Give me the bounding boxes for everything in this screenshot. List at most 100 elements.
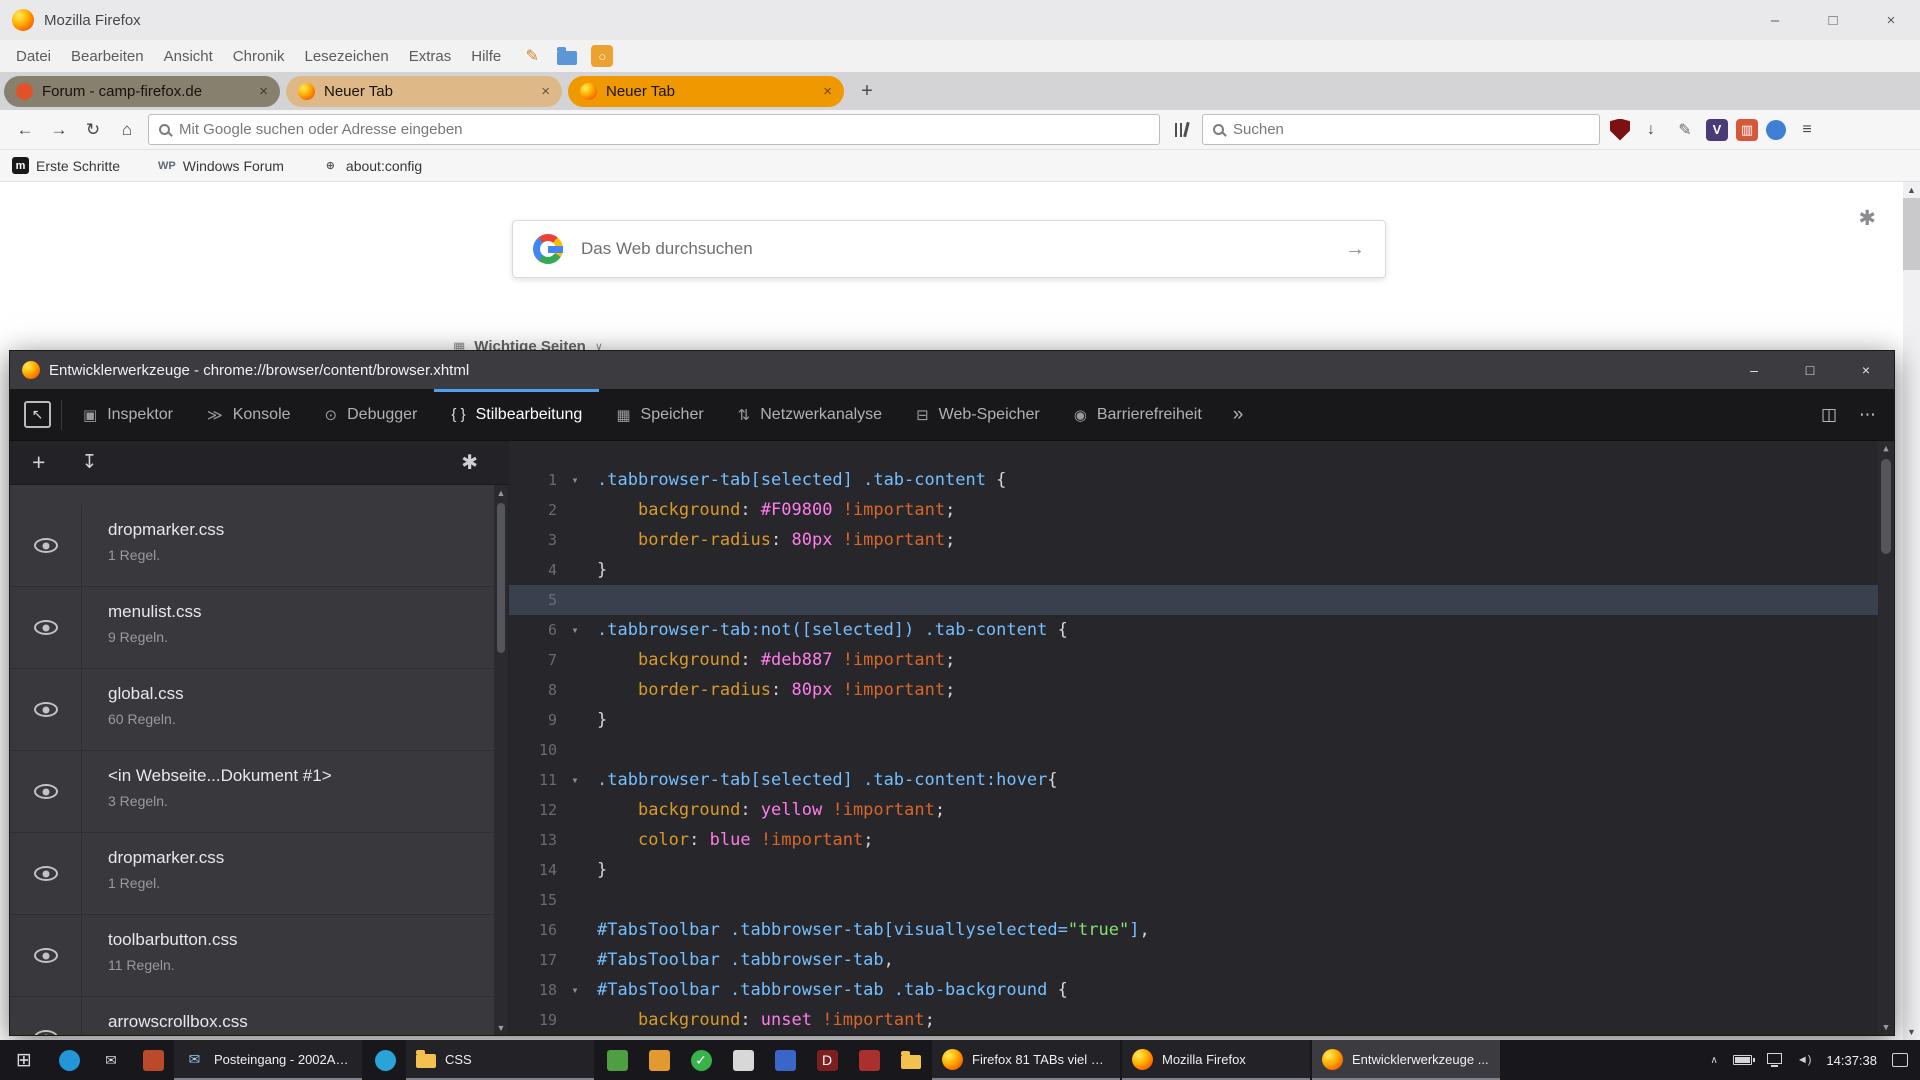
code-line[interactable]: 8 border-radius: 80px !important; (509, 675, 1894, 705)
taskbar-item[interactable]: D (806, 1040, 848, 1080)
menubar-extra-icon[interactable] (557, 51, 577, 65)
code-line[interactable]: 15 (509, 885, 1894, 915)
url-bar[interactable]: Mit Google suchen oder Adresse eingeben (148, 114, 1160, 145)
code-line[interactable]: 16#TabsToolbar .tabbrowser-tab[visuallys… (509, 915, 1894, 945)
code-line[interactable]: 6▾.tabbrowser-tab:not([selected]) .tab-c… (509, 615, 1894, 645)
scroll-down-icon[interactable]: ▼ (497, 1020, 506, 1035)
code-line[interactable]: 11▾.tabbrowser-tab[selected] .tab-conten… (509, 765, 1894, 795)
code-line[interactable]: 13 color: blue !important; (509, 825, 1894, 855)
taskbar-item[interactable] (722, 1040, 764, 1080)
taskbar-item[interactable] (848, 1040, 890, 1080)
minimize-button[interactable]: – (1746, 0, 1804, 40)
menu-item[interactable]: Hilfe (461, 48, 511, 65)
toolbar-extension-icon[interactable]: ▥ (1736, 119, 1758, 141)
start-button[interactable]: ⊞ (0, 1040, 48, 1080)
devtools-tab[interactable]: ≫ Konsole (190, 389, 308, 440)
scroll-down-icon[interactable]: ▼ (1907, 1024, 1916, 1040)
taskbar-item[interactable] (132, 1040, 174, 1080)
network-icon[interactable] (1767, 1053, 1782, 1064)
code-line[interactable]: 3 border-radius: 80px !important; (509, 525, 1894, 555)
code-line[interactable]: 4} (509, 555, 1894, 585)
toolbar-extension-icon[interactable]: V (1706, 119, 1728, 141)
taskbar-item[interactable] (596, 1040, 638, 1080)
meatball-menu-icon[interactable]: ⋯ (1859, 405, 1876, 425)
visibility-toggle[interactable] (10, 833, 82, 914)
page-scrollbar[interactable]: ▲ ▼ (1903, 182, 1920, 1040)
menu-item[interactable]: Chronik (223, 48, 295, 65)
new-tab-button[interactable]: + (850, 76, 884, 107)
toolbar-extension-icon[interactable] (1610, 119, 1630, 141)
browser-tab[interactable]: Neuer Tab × (286, 76, 562, 107)
devtools-tab[interactable]: ◉ Barrierefreiheit (1057, 389, 1219, 440)
taskbar-item[interactable]: ✉ (90, 1040, 132, 1080)
more-tabs-chevron-icon[interactable]: » (1219, 404, 1258, 426)
visibility-toggle[interactable] (10, 505, 82, 586)
stylesheet-item[interactable]: <in Webseite...Dokument #1> 3 Regeln. (10, 751, 508, 833)
taskbar-item[interactable] (48, 1040, 90, 1080)
menu-item[interactable]: Datei (6, 48, 61, 65)
scroll-up-icon[interactable]: ▲ (497, 485, 506, 500)
dock-to-side-icon[interactable]: ◫ (1821, 405, 1837, 425)
devtools-titlebar[interactable]: Entwicklerwerkzeuge - chrome://browser/c… (10, 351, 1894, 389)
devtools-tab[interactable]: ▦ Speicher (599, 389, 720, 440)
code-line[interactable]: 18▾#TabsToolbar .tabbrowser-tab .tab-bac… (509, 975, 1894, 1005)
search-bar[interactable]: Suchen (1202, 114, 1600, 145)
toolbar-extension-icon[interactable]: ↓ (1638, 117, 1664, 143)
sidebar-scrollbar[interactable]: ▲ ▼ (494, 485, 508, 1035)
menu-item[interactable]: Extras (399, 48, 462, 65)
code-line[interactable]: 2 background: #F09800 !important; (509, 495, 1894, 525)
library-button[interactable] (1164, 113, 1198, 147)
taskbar-item[interactable]: Firefox 81 TABs viel zu... (932, 1040, 1120, 1080)
scroll-down-icon[interactable]: ▼ (1883, 1020, 1888, 1035)
taskbar-item[interactable] (638, 1040, 680, 1080)
visibility-toggle[interactable] (10, 587, 82, 668)
maximize-button[interactable]: □ (1804, 0, 1862, 40)
code-line[interactable]: 10 (509, 735, 1894, 765)
menubar-extra-icon[interactable]: ○ (591, 45, 613, 67)
search-submit-arrow-icon[interactable]: → (1345, 238, 1365, 261)
code-line[interactable]: 1▾.tabbrowser-tab[selected] .tab-content… (509, 465, 1894, 495)
menubar-extra-icon[interactable]: ✎ (521, 45, 543, 67)
scrollbar-thumb[interactable] (1881, 459, 1891, 554)
options-gear-icon[interactable]: ✱ (461, 450, 478, 475)
stylesheet-item[interactable]: global.css 60 Regeln. (10, 669, 508, 751)
maximize-button[interactable]: □ (1782, 351, 1838, 389)
home-button[interactable]: ⌂ (110, 113, 144, 147)
scroll-up-icon[interactable]: ▲ (1883, 441, 1888, 456)
visibility-toggle[interactable] (10, 915, 82, 996)
visibility-toggle[interactable] (10, 751, 82, 832)
taskbar-item[interactable]: ✓ (680, 1040, 722, 1080)
code-line[interactable]: 19 background: unset !important; (509, 1005, 1894, 1035)
visibility-toggle[interactable] (10, 669, 82, 750)
stylesheet-item[interactable]: menulist.css 9 Regeln. (10, 587, 508, 669)
bookmark-item[interactable]: ⊕ about:config (322, 157, 422, 174)
minimize-button[interactable]: – (1726, 351, 1782, 389)
devtools-tab[interactable]: ⇅ Netzwerkanalyse (721, 389, 899, 440)
taskbar-item[interactable] (764, 1040, 806, 1080)
close-button[interactable]: × (1862, 0, 1920, 40)
taskbar-item[interactable] (364, 1040, 406, 1080)
devtools-tab[interactable]: ⊟ Web-Speicher (899, 389, 1057, 440)
clock[interactable]: 14:37:38 (1826, 1053, 1877, 1068)
battery-icon[interactable] (1733, 1055, 1752, 1065)
taskbar-item[interactable]: ✉ Posteingang - 2002An... (174, 1040, 362, 1080)
code-line[interactable]: 7 background: #deb887 !important; (509, 645, 1894, 675)
menu-item[interactable]: Ansicht (154, 48, 223, 65)
code-line[interactable]: 12 background: yellow !important; (509, 795, 1894, 825)
forward-button[interactable]: → (42, 113, 76, 147)
stylesheet-item[interactable]: arrowscrollbox.css (10, 997, 508, 1035)
import-stylesheet-icon[interactable]: ↧ (81, 451, 97, 474)
back-button[interactable]: ← (8, 113, 42, 147)
scroll-up-icon[interactable]: ▲ (1907, 182, 1916, 198)
toolbar-extension-icon[interactable] (1766, 120, 1786, 140)
tab-close-icon[interactable]: × (541, 83, 550, 100)
browser-tab[interactable]: Neuer Tab × (568, 76, 844, 107)
menu-item[interactable]: Lesezeichen (294, 48, 398, 65)
tab-close-icon[interactable]: × (823, 83, 832, 100)
taskbar-item[interactable]: CSS (406, 1040, 594, 1080)
close-button[interactable]: × (1838, 351, 1894, 389)
code-line[interactable]: 17#TabsToolbar .tabbrowser-tab, (509, 945, 1894, 975)
new-stylesheet-button[interactable]: + (32, 449, 45, 476)
taskbar-item[interactable]: Entwicklerwerkzeuge ... (1312, 1040, 1500, 1080)
code-line[interactable]: 14} (509, 855, 1894, 885)
